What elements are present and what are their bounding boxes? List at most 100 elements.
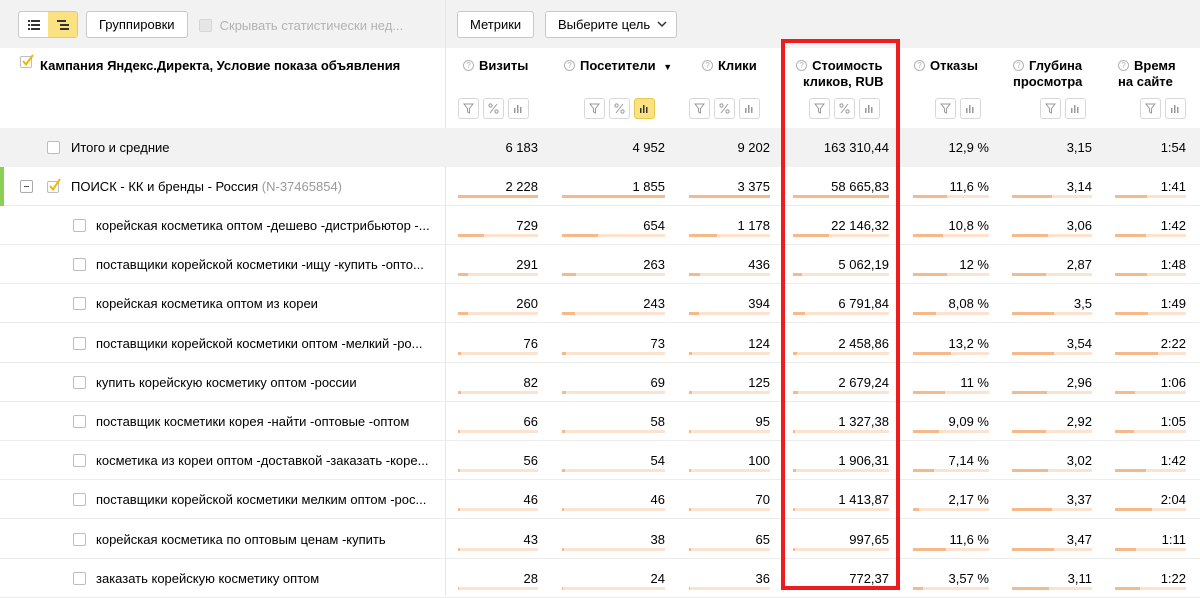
totals-checkbox[interactable] [47,141,60,154]
percent-icon[interactable] [714,98,735,119]
row-visits-bar [458,312,538,316]
row-cost: 6 791,84 [838,296,889,312]
filter-icon[interactable] [584,98,605,119]
row-checkbox[interactable] [73,493,86,507]
row-label: поставщик косметики корея -найти -оптовы… [96,414,410,429]
row-visitors-bar [562,390,665,394]
table-row[interactable]: поставщики корейской косметики оптом -ме… [0,324,1200,363]
row-time: 1:22 [1160,570,1186,586]
row-checkbox[interactable] [73,219,86,232]
table-row[interactable]: корейская косметика оптом из кореи 260 243… [0,284,1200,324]
row-bounce: 2,17 % [948,492,989,508]
table-row[interactable]: корейская косметика по оптовым ценам -ку… [0,520,1200,559]
collapse-icon[interactable] [20,180,33,193]
row-depth: 3,47 [1066,531,1092,547]
list-view-button[interactable] [19,12,48,37]
campaign-label: ПОИСК - КК и бренды - Россия (N-37465854… [71,179,342,194]
row-visitors-bar [562,469,665,473]
row-depth: 3,11 [1067,570,1092,586]
row-cost: 5 062,19 [838,257,889,273]
help-icon[interactable]: ? [796,60,808,72]
row-cost-bar [793,430,889,433]
help-icon[interactable]: ? [463,60,474,72]
column-header-clicks[interactable]: ? Клики [702,58,757,73]
filter-icon[interactable] [1040,98,1061,119]
filter-icon[interactable] [689,98,710,119]
row-bounce-bar [913,273,989,277]
filter-icon[interactable] [1140,98,1161,119]
list-icon [27,19,40,30]
campaign-row[interactable]: ПОИСК - КК и бренды - Россия (N-37465854… [0,167,1200,206]
hide-insignificant-checkbox[interactable] [199,19,212,33]
row-checkbox[interactable] [73,258,86,272]
column-header-visits[interactable]: ? Визиты [463,58,528,73]
row-visits-bar [458,234,538,237]
row-depth-bar [1012,351,1092,355]
table-row[interactable]: поставщики корейской косметики мелким оп… [0,480,1200,520]
row-checkbox[interactable] [73,415,86,428]
row-clicks-bar [689,469,770,473]
row-cost-bar [793,351,889,355]
filter-icon[interactable] [458,98,479,119]
column-header-bounce[interactable]: ? Отказы [914,58,978,73]
metrics-button[interactable]: Метрики [457,11,535,38]
groupings-button[interactable]: Группировки [86,11,188,38]
row-label: поставщики корейской косметики оптом -ме… [96,335,423,351]
table-row[interactable]: косметика из кореи оптом -доставкой -зак… [0,441,1200,481]
campaign-checkbox[interactable] [47,178,61,193]
row-checkbox[interactable] [73,375,86,389]
campaign-bounce-bar [913,195,989,198]
view-switch[interactable] [18,11,78,38]
row-visits: 76 [523,335,538,351]
row-checkbox[interactable] [73,532,86,546]
bar-chart-icon[interactable] [960,98,981,119]
campaign-depth: 3,14 [1066,179,1092,194]
bar-chart-icon[interactable] [1165,98,1186,119]
column-header-cost[interactable]: ? Стоимость кликов, RUB [795,58,884,90]
row-label: поставщики корейской косметики -ищу -куп… [96,257,424,273]
table-row[interactable]: корейская косметика оптом -дешево -дистр… [0,206,1200,245]
table-row[interactable]: заказать корейскую косметику оптом 28 24 36… [0,559,1200,598]
row-checkbox[interactable] [73,571,86,585]
help-icon[interactable]: ? [914,60,925,72]
row-cost: 1 327,38 [838,414,889,429]
row-clicks: 65 [755,531,770,547]
filter-icon[interactable] [809,98,830,119]
select-all-checkbox[interactable] [20,54,34,68]
help-icon[interactable]: ? [564,60,575,72]
row-depth-bar [1012,586,1092,590]
campaign-cost: 58 665,83 [831,179,889,194]
help-icon[interactable]: ? [1013,60,1024,72]
bar-chart-icon[interactable] [634,98,655,119]
bar-chart-icon[interactable] [739,98,760,119]
row-bounce-bar [913,547,989,551]
table-row[interactable]: поставщик косметики корея -найти -оптовы… [0,402,1200,441]
bar-chart-icon[interactable] [508,98,529,119]
hide-insignificant-toggle[interactable]: Скрывать статистически нед... [199,18,403,33]
row-checkbox[interactable] [73,454,86,468]
sort-desc-icon[interactable]: ▼ [663,62,672,72]
row-cost-bar [793,390,889,394]
column-header-depth[interactable]: ? Глубина просмотра [1013,58,1082,90]
row-depth-bar [1012,547,1092,551]
percent-icon[interactable] [834,98,855,119]
goal-select[interactable]: Выберите цель [545,11,678,38]
tree-view-button[interactable] [48,12,77,37]
bar-chart-icon[interactable] [1065,98,1086,119]
bar-chart-icon[interactable] [859,98,880,119]
dimension-column-header[interactable]: Кампания Яндекс.Директа, Условие показа … [20,54,400,73]
column-header-visitors[interactable]: ? Посетители ▼ [564,58,672,73]
report-toolbar: Группировки Скрывать статистически нед..… [0,0,1200,48]
row-bounce-bar [913,234,989,237]
column-header-time[interactable]: ? Время на сайте [1118,58,1176,90]
filter-icon[interactable] [935,98,956,119]
row-checkbox[interactable] [73,336,86,350]
percent-icon[interactable] [483,98,504,119]
row-checkbox[interactable] [73,297,86,311]
table-row[interactable]: купить корейскую косметику оптом -россии… [0,363,1200,402]
help-icon[interactable]: ? [702,60,713,72]
help-icon[interactable]: ? [1118,60,1129,72]
percent-icon[interactable] [609,98,630,119]
table-row[interactable]: поставщики корейской косметики -ищу -куп… [0,245,1200,285]
row-cost: 772,37 [849,570,889,586]
